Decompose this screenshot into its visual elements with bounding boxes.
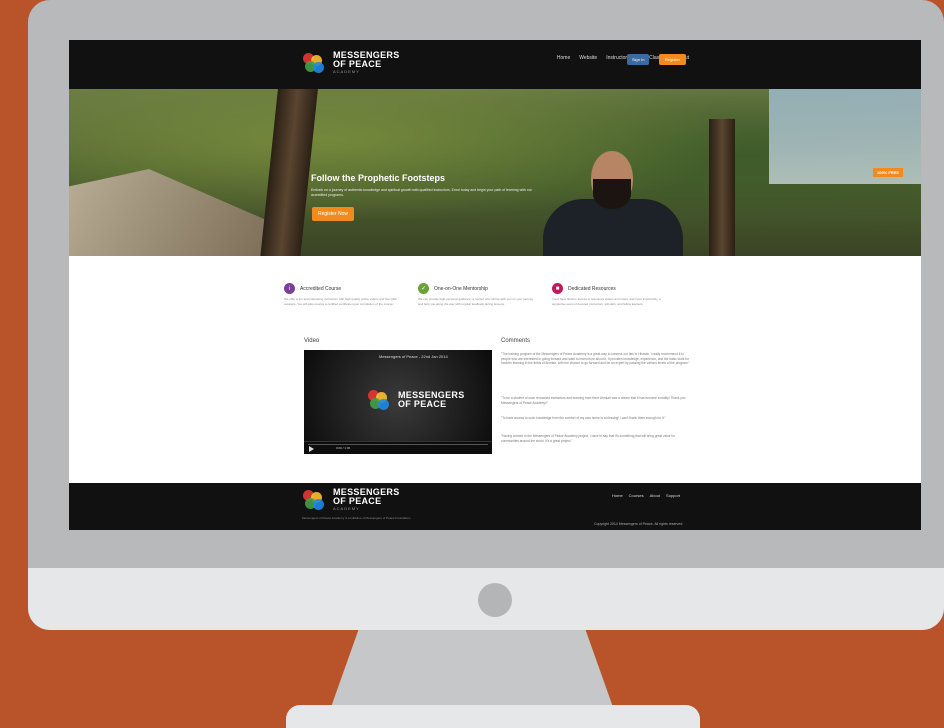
comment-item: "The training program of the Messengers … (501, 352, 690, 365)
free-badge: 100% FREE (873, 168, 904, 177)
tree-trunk (709, 119, 735, 256)
video-controls: 0:00 / 1:00 (304, 441, 492, 454)
feature-resources: ■ Dedicated Resources You'll have lifeti… (552, 283, 672, 306)
feature-desc: We offer a fun and interesting curriculu… (284, 297, 397, 306)
video-time: 0:00 / 1:00 (336, 446, 351, 450)
hero-rocks (69, 169, 269, 256)
feature-title: Accredited Course (300, 285, 342, 292)
logo-line2: OF PEACE (333, 496, 382, 506)
logo-icon (368, 390, 392, 410)
check-icon: ✓ (418, 283, 429, 294)
feature-desc: You'll have lifetime access to resources… (552, 297, 661, 306)
feature-title: Dedicated Resources (568, 285, 616, 292)
top-navigation: MESSENGERS OF PEACE ACADEMY Home Website… (69, 40, 921, 89)
graduation-icon: i (284, 283, 295, 294)
features-row: i Accredited Course We offer a fun and i… (284, 283, 672, 306)
footer-logo[interactable]: MESSENGERS OF PEACE ACADEMY (303, 488, 400, 511)
logo-line2: OF PEACE (333, 59, 382, 69)
hero-text: Embark on a journey of authentic knowled… (311, 188, 532, 197)
monitor-stand (330, 630, 614, 710)
footer-link-courses[interactable]: Courses (629, 493, 644, 498)
feature-title: One-on-One Mentorship (434, 285, 488, 292)
comment-item: "To be a student of such renowned instru… (501, 396, 686, 405)
logo-sub: ACADEMY (333, 506, 360, 511)
video-title: Messengers of Peace - 22nd Jan 2014 (379, 354, 448, 359)
feature-desc: We can provide high personal guidance: a… (418, 297, 534, 306)
site-footer: MESSENGERS OF PEACE ACADEMY Home Courses… (69, 483, 921, 530)
footer-links: Home Courses About Support (612, 493, 680, 498)
book-icon: ■ (552, 283, 563, 294)
comment-item: "To have access to such knowledge from t… (501, 416, 666, 420)
video-heading: Video (304, 338, 320, 344)
play-icon[interactable] (309, 446, 314, 452)
video-player[interactable]: Messengers of Peace - 22nd Jan 2014 MESS… (304, 350, 492, 454)
logo-icon (303, 489, 327, 510)
logo-line2: OF PEACE (398, 399, 447, 409)
presenter-beard (593, 179, 631, 209)
hero-banner: Follow the Prophetic Footsteps Embark on… (69, 89, 921, 256)
video-logo: MESSENGERS OF PEACE (368, 390, 465, 410)
comments-heading: Comments (501, 338, 531, 344)
site-logo[interactable]: MESSENGERS OF PEACE ACADEMY (303, 51, 400, 74)
sign-in-button[interactable]: Sign In (627, 54, 650, 65)
nav-home[interactable]: Home (557, 55, 570, 61)
logo-icon (303, 52, 327, 73)
register-button[interactable]: Register (659, 54, 686, 65)
footer-link-home[interactable]: Home (612, 493, 623, 498)
website-screen: MESSENGERS OF PEACE ACADEMY Home Website… (69, 40, 921, 530)
logo-sub: ACADEMY (333, 69, 360, 74)
tree-trunk (260, 89, 318, 256)
video-progress-bar[interactable] (308, 444, 488, 445)
power-button[interactable] (478, 583, 512, 617)
comment-item: "Having worked in the Messengers of Peac… (501, 434, 676, 443)
monitor-base (286, 705, 700, 728)
footer-copyright: Copyright 2014 Messengers of Peace. All … (594, 522, 684, 526)
register-now-button[interactable]: Register Now (312, 207, 355, 221)
hero-title: Follow the Prophetic Footsteps (311, 173, 446, 183)
feature-accredited: i Accredited Course We offer a fun and i… (284, 283, 404, 306)
footer-tagline: Messengers of Peace Academy is a initiat… (302, 516, 411, 520)
nav-website[interactable]: Website (579, 55, 597, 61)
footer-link-support[interactable]: Support (666, 493, 680, 498)
footer-link-about[interactable]: About (650, 493, 660, 498)
feature-mentorship: ✓ One-on-One Mentorship We can provide h… (418, 283, 538, 306)
